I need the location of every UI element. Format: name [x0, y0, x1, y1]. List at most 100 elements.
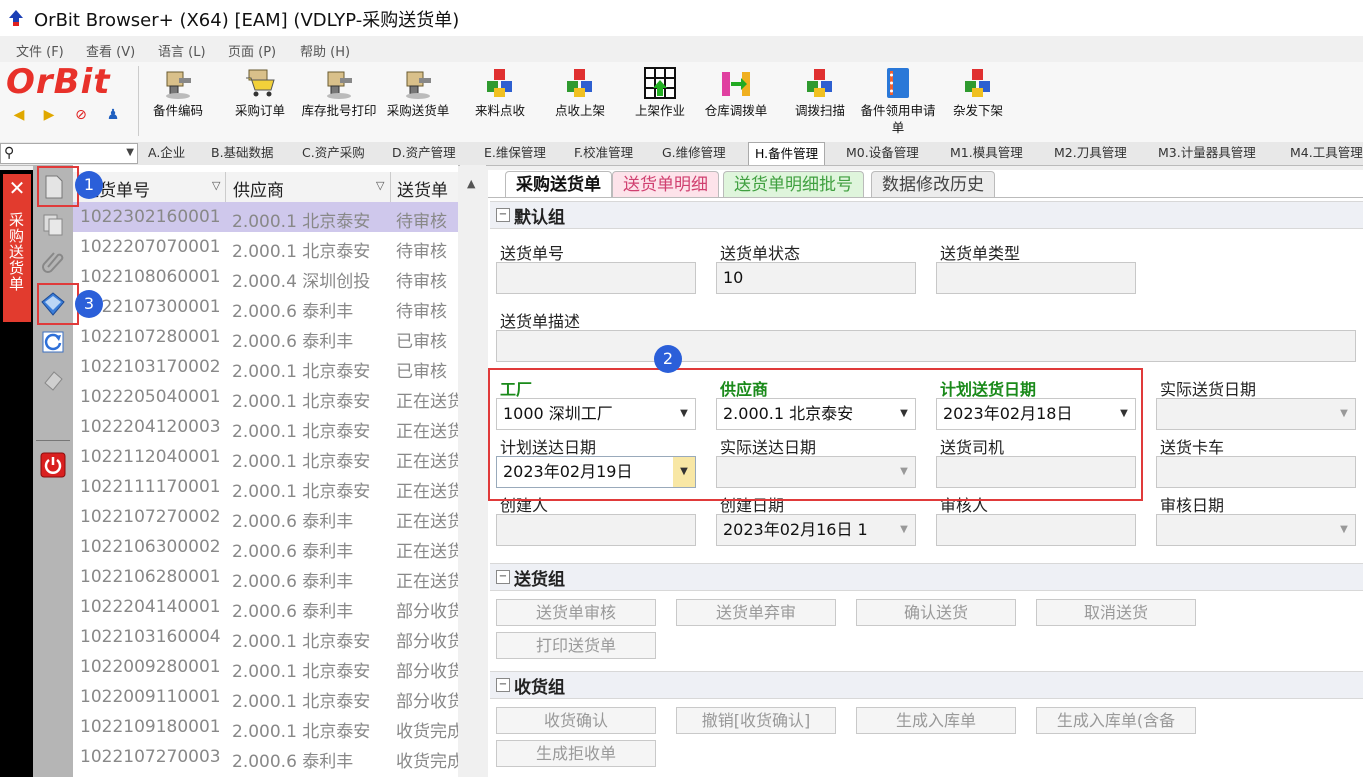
filter-icon[interactable]: ▽	[376, 179, 384, 192]
user-icon[interactable]: ♟	[104, 106, 122, 124]
module-tab-7[interactable]: H.备件管理	[748, 142, 826, 165]
module-tab-8[interactable]: M0.设备管理	[840, 142, 925, 165]
tab-delivery-detail[interactable]: 送货单明细	[612, 171, 719, 197]
module-tab-1[interactable]: B.基础数据	[205, 142, 280, 165]
collapse-icon[interactable]: −	[496, 208, 510, 222]
attachment-icon[interactable]	[39, 247, 67, 275]
module-tab-9[interactable]: M1.模具管理	[944, 142, 1029, 165]
table-row[interactable]: 1022107300001 2.000.6 泰利丰 待审核	[73, 292, 458, 322]
delivery-no-field[interactable]	[496, 262, 696, 294]
table-row[interactable]: 1022107270003 2.000.6 泰利丰 收货完成	[73, 742, 458, 772]
delivery-status-field[interactable]: 10	[716, 262, 916, 294]
eraser-icon[interactable]	[39, 366, 67, 394]
module-tab-6[interactable]: G.维修管理	[656, 142, 732, 165]
stop-icon[interactable]: ⊘	[72, 106, 90, 124]
table-row[interactable]: 1022108060001 2.000.4 深圳创投 待审核	[73, 262, 458, 292]
module-tab-4[interactable]: E.维保管理	[478, 142, 552, 165]
tab-delivery-detail-batch[interactable]: 送货单明细批号	[723, 171, 864, 197]
confirm-receipt-button[interactable]: 收货确认	[496, 707, 656, 734]
print-delivery-button[interactable]: 打印送货单	[496, 632, 656, 659]
module-tab-10[interactable]: M2.刀具管理	[1048, 142, 1133, 165]
side-tab-purchase-delivery[interactable]: ✕ 采购送货单	[3, 174, 31, 322]
delivery-desc-field[interactable]	[496, 330, 1356, 362]
toolbar-button-9[interactable]: 备件领用申请单	[860, 66, 936, 136]
module-tab-2[interactable]: C.资产采购	[296, 142, 371, 165]
col-header-supplier[interactable]: 供应商	[233, 176, 284, 201]
forward-arrow-icon[interactable]: ▶	[40, 106, 58, 124]
table-row[interactable]: 1022204140001 2.000.6 泰利丰 部分收货	[73, 592, 458, 622]
toolbar-button-4[interactable]: 来料点收	[462, 66, 538, 119]
group-receiving[interactable]: − 收货组	[490, 671, 1363, 699]
group-default[interactable]: − 默认组	[490, 201, 1363, 229]
module-tab-3[interactable]: D.资产管理	[386, 142, 462, 165]
truck-field[interactable]	[1156, 456, 1356, 488]
create-inbound-spare-button[interactable]: 生成入库单(含备	[1036, 707, 1196, 734]
module-tab-11[interactable]: M3.计量器具管理	[1152, 142, 1262, 165]
table-row[interactable]: 1022112040001 2.000.1 北京泰安 正在送货	[73, 442, 458, 472]
toolbar-button-10[interactable]: 杂发下架	[940, 66, 1016, 119]
menu-view[interactable]: 查看 (V)	[86, 41, 135, 60]
toolbar-button-2[interactable]: 库存批号打印	[301, 66, 377, 119]
collapse-icon[interactable]: −	[496, 570, 510, 584]
toolbar-button-3[interactable]: 采购送货单	[380, 66, 456, 119]
module-tab-0[interactable]: A.企业	[142, 142, 191, 165]
table-row[interactable]: 1022204120003 2.000.1 北京泰安 正在送货	[73, 412, 458, 442]
create-inbound-button[interactable]: 生成入库单	[856, 707, 1016, 734]
table-row[interactable]: 1022107280001 2.000.6 泰利丰 已审核	[73, 322, 458, 352]
module-tab-12[interactable]: M4.工具管理	[1284, 142, 1363, 165]
toolbar-button-6[interactable]: 上架作业	[622, 66, 698, 119]
refresh-icon[interactable]	[39, 328, 67, 356]
chevron-down-icon[interactable]: ▼	[1333, 399, 1355, 429]
toolbar-button-1[interactable]: 采购订单	[222, 66, 298, 119]
table-row[interactable]: 1022106300002 2.000.6 泰利丰 正在送货	[73, 532, 458, 562]
menu-page[interactable]: 页面 (P)	[228, 41, 276, 60]
delivery-type-field[interactable]	[936, 262, 1136, 294]
power-icon[interactable]	[39, 451, 67, 479]
copy-icon[interactable]	[39, 210, 67, 238]
confirm-delivery-button[interactable]: 确认送货	[856, 599, 1016, 626]
table-row[interactable]: 1022103160004 2.000.1 北京泰安 部分收货	[73, 622, 458, 652]
scroll-up-arrow-icon[interactable]: ▲	[467, 177, 475, 190]
approve-delivery-button[interactable]: 送货单审核	[496, 599, 656, 626]
filter-icon[interactable]: ▽	[212, 179, 220, 192]
create-date-picker[interactable]: 2023年02月16日 1 ▼	[716, 514, 916, 546]
unapprove-delivery-button[interactable]: 送货单弃审	[676, 599, 836, 626]
review-date-picker[interactable]: ▼	[1156, 514, 1356, 546]
module-tab-5[interactable]: F.校准管理	[568, 142, 639, 165]
menu-file[interactable]: 文件 (F)	[16, 41, 64, 60]
search-box[interactable]: ⚲ ▼	[0, 143, 138, 164]
table-row[interactable]: 1022205040001 2.000.1 北京泰安 正在送货	[73, 382, 458, 412]
menu-help[interactable]: 帮助 (H)	[300, 41, 350, 60]
menu-language[interactable]: 语言 (L)	[158, 41, 206, 60]
undo-receipt-button[interactable]: 撤销[收货确认]	[676, 707, 836, 734]
table-row[interactable]: 1022106280001 2.000.6 泰利丰 正在送货	[73, 562, 458, 592]
toolbar-button-7[interactable]: 仓库调拨单	[698, 66, 774, 119]
table-row[interactable]: 1022103170002 2.000.1 北京泰安 已审核	[73, 352, 458, 382]
chevron-down-icon[interactable]: ▼	[893, 515, 915, 545]
table-row[interactable]: 1022111170001 2.000.1 北京泰安 正在送货	[73, 472, 458, 502]
toolbar-button-0[interactable]: 备件编码	[140, 66, 216, 119]
grid-scrollbar[interactable]: ▲	[460, 165, 486, 777]
table-row[interactable]: 1022302160001 2.000.1 北京泰安 待审核	[73, 202, 458, 232]
group-delivery[interactable]: − 送货组	[490, 563, 1363, 591]
reviewer-field[interactable]	[936, 514, 1136, 546]
cancel-delivery-button[interactable]: 取消送货	[1036, 599, 1196, 626]
toolbar-button-5[interactable]: 点收上架	[542, 66, 618, 119]
actual-delivery-date-picker[interactable]: ▼	[1156, 398, 1356, 430]
create-rejection-button[interactable]: 生成拒收单	[496, 740, 656, 767]
toolbar-button-8[interactable]: 调拨扫描	[782, 66, 858, 119]
close-icon[interactable]: ✕	[7, 178, 27, 198]
back-arrow-icon[interactable]: ◀	[10, 106, 28, 124]
chevron-down-icon[interactable]: ▼	[126, 147, 134, 158]
collapse-icon[interactable]: −	[496, 678, 510, 692]
table-row[interactable]: 1022207070001 2.000.1 北京泰安 待审核	[73, 232, 458, 262]
table-row[interactable]: 1022107270002 2.000.6 泰利丰 正在送货	[73, 502, 458, 532]
creator-field[interactable]	[496, 514, 696, 546]
table-row[interactable]: 1022109180001 2.000.1 北京泰安 收货完成	[73, 712, 458, 742]
tab-purchase-delivery[interactable]: 采购送货单	[505, 171, 612, 197]
col-header-status[interactable]: 送货单	[397, 176, 448, 201]
chevron-down-icon[interactable]: ▼	[1333, 515, 1355, 545]
table-row[interactable]: 1022009110001 2.000.1 北京泰安 部分收货	[73, 682, 458, 712]
table-row[interactable]: 1022009280001 2.000.1 北京泰安 部分收货	[73, 652, 458, 682]
tab-data-history[interactable]: 数据修改历史	[871, 171, 995, 197]
